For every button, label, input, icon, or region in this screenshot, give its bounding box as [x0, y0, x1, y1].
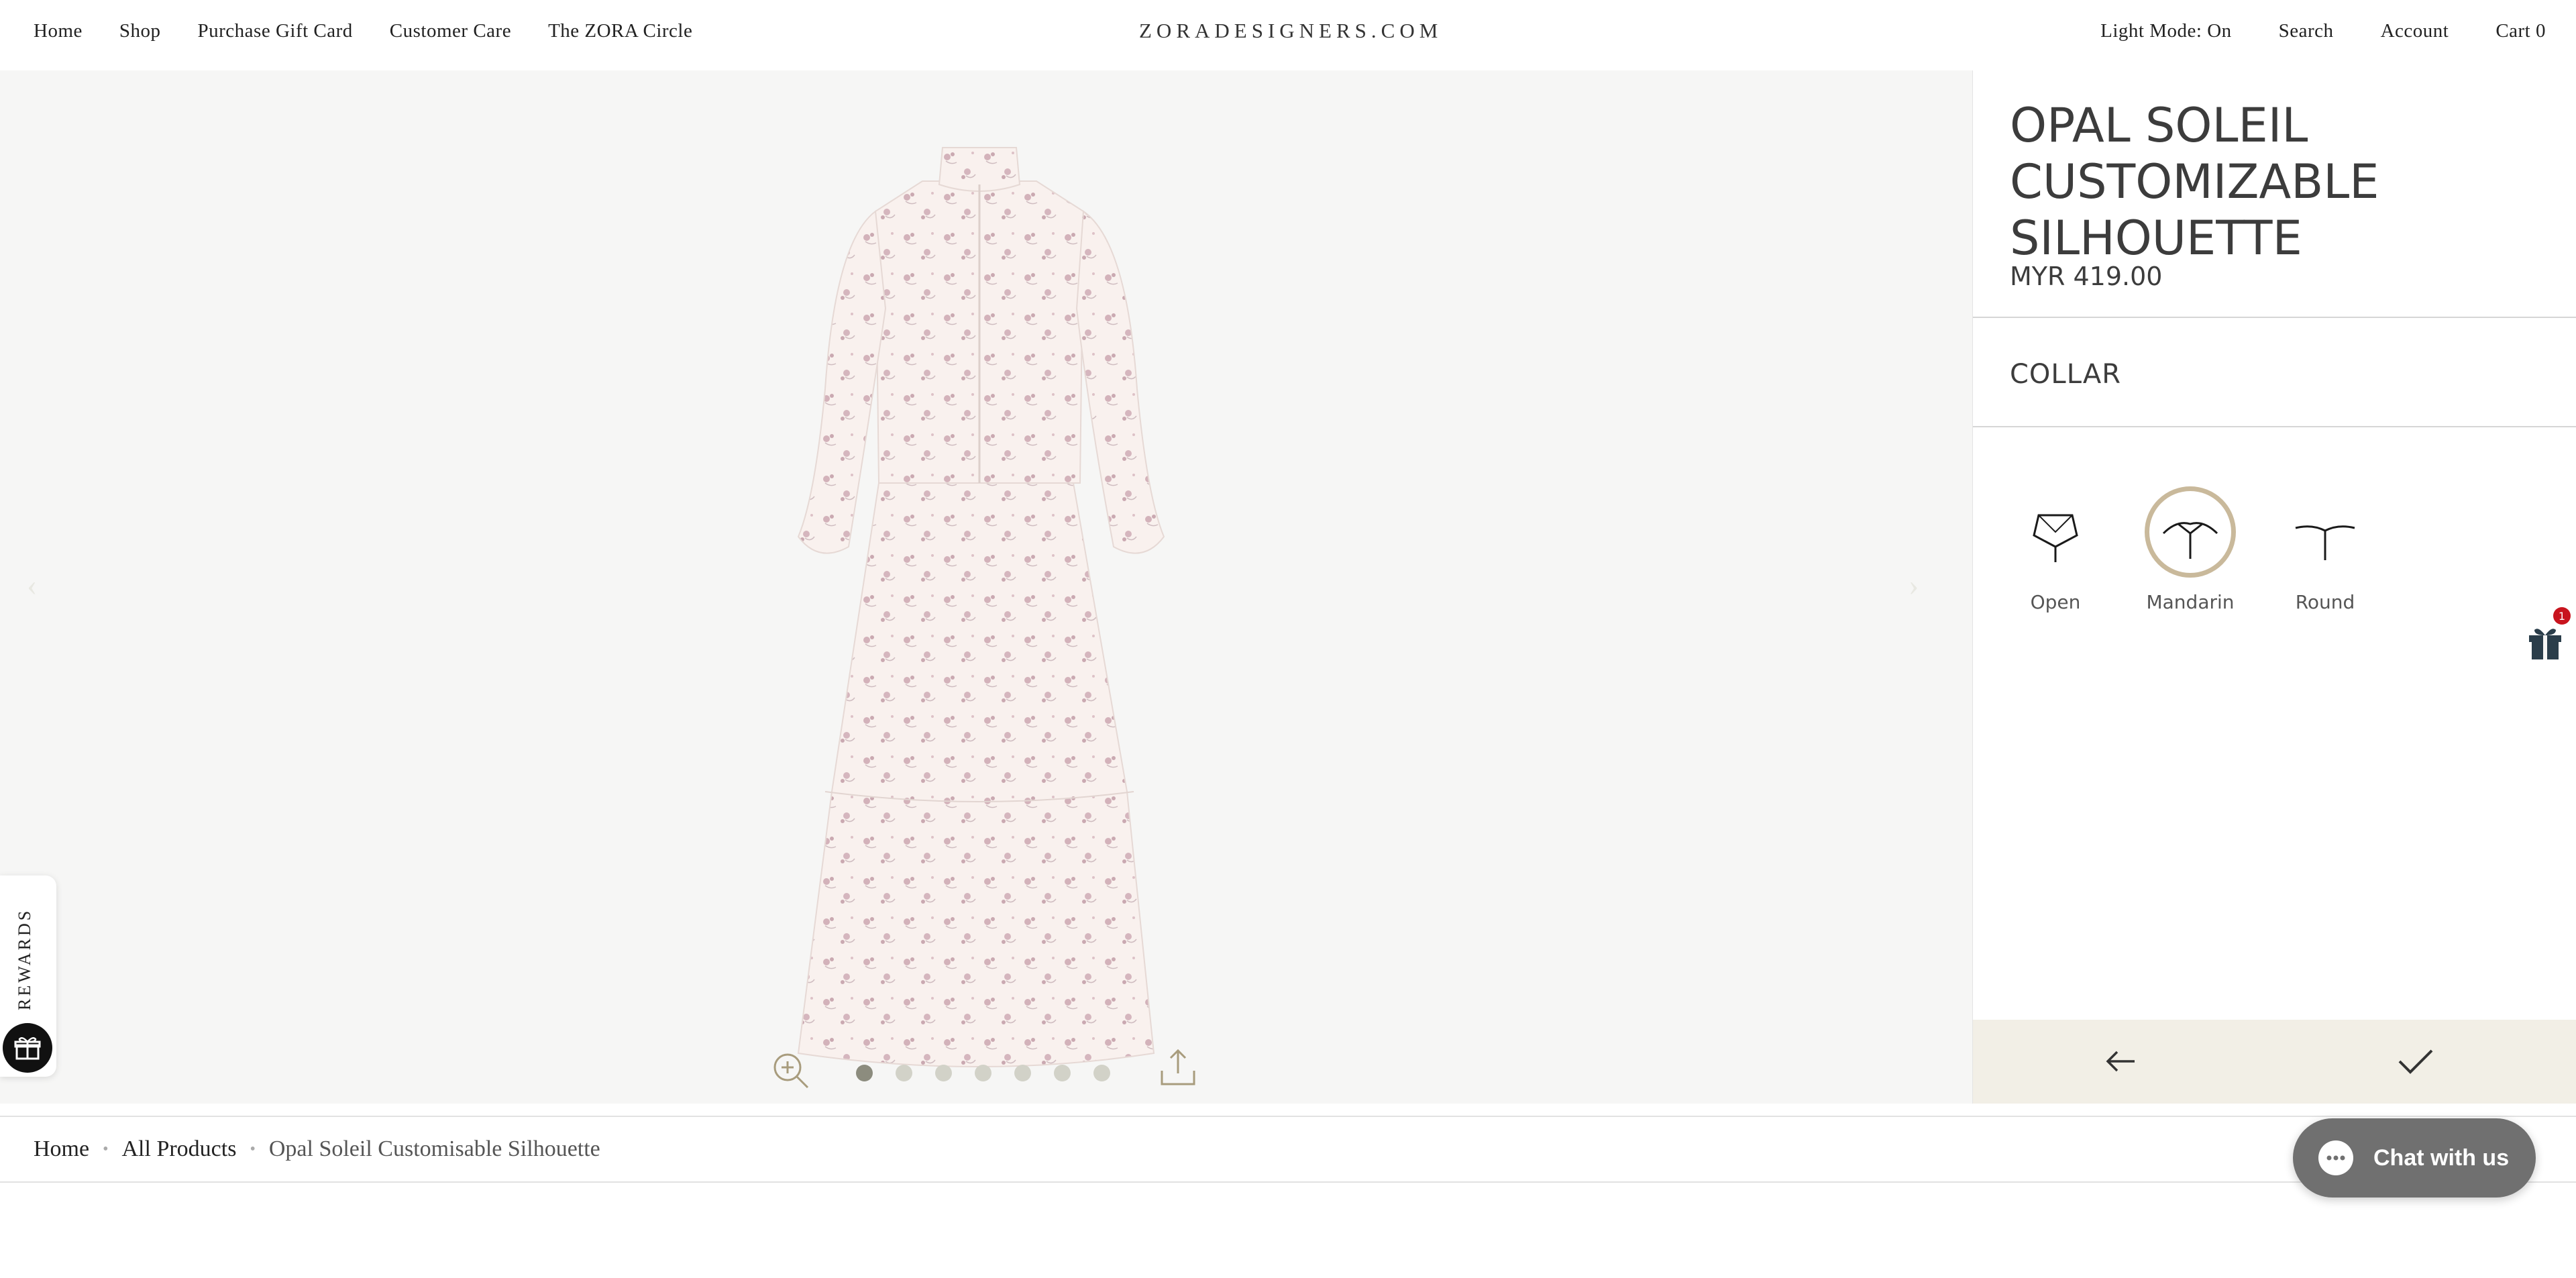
gift-icon: [2529, 629, 2561, 659]
collar-option-open[interactable]: Open: [2010, 486, 2101, 613]
carousel-dot[interactable]: [1054, 1065, 1071, 1081]
primary-nav: Home Shop Purchase Gift Card Customer Ca…: [34, 0, 692, 62]
breadcrumb-home[interactable]: Home: [34, 1136, 89, 1162]
collar-option-mandarin[interactable]: Mandarin: [2145, 486, 2236, 613]
panel-footer: [1973, 1020, 2576, 1104]
mandarin-collar-icon: [2145, 486, 2236, 578]
product-price: MYR 419.00: [2010, 262, 2163, 291]
utility-nav: Light Mode: On Search Account Cart 0: [2100, 0, 2546, 62]
carousel-dot[interactable]: [896, 1065, 912, 1081]
previous-image-arrow[interactable]: ‹: [27, 567, 37, 602]
carousel-dot[interactable]: [1093, 1065, 1110, 1081]
site-header: Home Shop Purchase Gift Card Customer Ca…: [0, 0, 2576, 70]
round-collar-icon: [2279, 486, 2371, 578]
account-link[interactable]: Account: [2381, 20, 2449, 42]
carousel-dot[interactable]: [935, 1065, 952, 1081]
chat-bubble-icon: [2318, 1140, 2353, 1175]
divider: [1973, 317, 2576, 318]
nav-shop-link[interactable]: Shop: [119, 20, 161, 42]
product-viewer: ‹ ›: [0, 70, 1972, 1104]
breadcrumb-current: Opal Soleil Customisable Silhouette: [268, 1136, 600, 1161]
customization-panel: OPAL SOLEIL CUSTOMIZABLE SILHOUETTE MYR …: [1972, 70, 2576, 1104]
breadcrumb: Home • All Products • Opal Soleil Custom…: [34, 1117, 600, 1181]
nav-gift-card-link[interactable]: Purchase Gift Card: [198, 20, 353, 42]
rewards-gift-icon[interactable]: [3, 1023, 52, 1073]
breadcrumb-bar: Home • All Products • Opal Soleil Custom…: [0, 1116, 2576, 1183]
collar-option-label: Mandarin: [2146, 591, 2235, 613]
collar-option-round[interactable]: Round: [2279, 486, 2371, 613]
next-image-arrow[interactable]: ›: [1909, 567, 1919, 602]
carousel-dot[interactable]: [856, 1065, 873, 1081]
product-title: OPAL SOLEIL CUSTOMIZABLE SILHOUETTE: [2010, 98, 2379, 266]
site-logo[interactable]: ZORADESIGNERS.COM: [1139, 0, 1442, 62]
nav-customer-care-link[interactable]: Customer Care: [390, 20, 511, 42]
breadcrumb-separator: •: [250, 1140, 256, 1158]
nav-home-link[interactable]: Home: [34, 20, 83, 42]
chat-label: Chat with us: [2373, 1144, 2510, 1171]
gift-count-badge: 1: [2553, 607, 2571, 625]
cart-link[interactable]: Cart 0: [2496, 20, 2546, 42]
carousel-dot[interactable]: [975, 1065, 991, 1081]
search-link[interactable]: Search: [2279, 20, 2334, 42]
carousel-dot[interactable]: [1014, 1065, 1031, 1081]
breadcrumb-separator: •: [103, 1140, 109, 1158]
open-collar-icon: [2010, 486, 2101, 578]
floating-gift-button[interactable]: 1: [2516, 607, 2571, 674]
dress-image: [797, 147, 1165, 1067]
confirm-check-icon[interactable]: [2389, 1034, 2443, 1088]
option-section-label: COLLAR: [2010, 359, 2122, 390]
chat-with-us-button[interactable]: Chat with us: [2293, 1118, 2536, 1197]
collar-option-label: Round: [2295, 591, 2355, 613]
collar-options: Open Mandarin Round: [2010, 486, 2371, 613]
zoom-in-icon[interactable]: [771, 1051, 810, 1094]
collar-option-label: Open: [2030, 591, 2081, 613]
divider: [1973, 426, 2576, 427]
image-carousel-dots: [856, 1065, 1110, 1081]
breadcrumb-all-products[interactable]: All Products: [122, 1136, 237, 1162]
back-arrow-icon[interactable]: [2094, 1034, 2147, 1088]
share-upload-icon[interactable]: [1158, 1047, 1198, 1091]
rewards-tab[interactable]: REWARDS: [0, 875, 56, 1077]
rewards-label: REWARDS: [15, 908, 34, 1011]
light-mode-toggle[interactable]: Light Mode: On: [2100, 20, 2232, 42]
nav-zora-circle-link[interactable]: The ZORA Circle: [548, 20, 692, 42]
